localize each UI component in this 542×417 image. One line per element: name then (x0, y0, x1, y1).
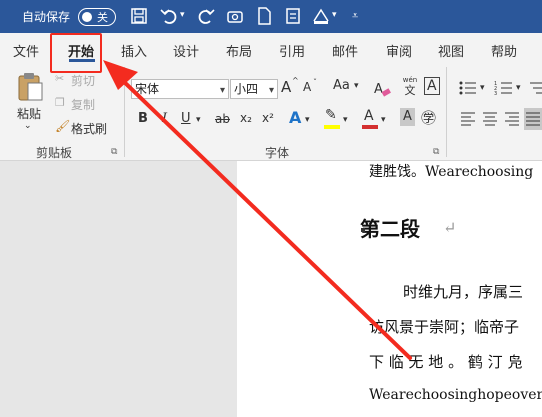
strikethrough-icon[interactable]: ab (215, 112, 230, 126)
heading-bullet (361, 228, 365, 232)
clear-formatting-icon[interactable]: A (372, 79, 392, 99)
bullets-dropdown-icon[interactable]: ▾ (480, 83, 485, 93)
font-color-dropdown-icon[interactable]: ▾ (381, 115, 386, 125)
group-separator (124, 67, 125, 157)
font-size-combo[interactable]: 小四 ▾ (230, 79, 278, 99)
annotation-highlight-box (50, 33, 102, 73)
tab-review[interactable]: 审阅 (386, 41, 412, 60)
bold-icon[interactable]: B (138, 111, 148, 126)
copy-icon: ❐ (55, 96, 65, 109)
group-separator (446, 67, 447, 157)
chevron-down-icon: ▾ (219, 85, 225, 96)
redo-icon[interactable] (196, 6, 216, 26)
shrink-caret-icon: ˇ (313, 78, 317, 87)
justify-button[interactable] (524, 108, 542, 130)
font-color-swatch (362, 125, 378, 129)
format-icon[interactable] (311, 6, 331, 26)
tab-design[interactable]: 设计 (173, 41, 199, 60)
italic-icon[interactable]: I (162, 111, 167, 126)
save-icon[interactable] (129, 6, 149, 26)
char-border-icon[interactable]: A (424, 77, 440, 95)
font-color-icon[interactable]: A (364, 108, 374, 124)
phonetic-guide-icon[interactable]: wén 文 (399, 76, 421, 98)
change-case-dropdown-icon[interactable]: ▾ (354, 81, 359, 91)
tab-mailings[interactable]: 邮件 (332, 41, 358, 60)
numbering-icon[interactable]: 123 (494, 79, 514, 97)
undo-dropdown-icon[interactable]: ▾ (180, 10, 185, 20)
grow-caret-icon: ^ (292, 76, 299, 85)
font-launcher-icon[interactable]: ⧉ (433, 147, 439, 157)
document-page[interactable]: 建胜饯。Wearechoosing 第二段 ↵ 时维九月，序属三 访风景于崇阿；… (237, 161, 542, 417)
tab-view[interactable]: 视图 (438, 41, 464, 60)
align-center-icon[interactable] (482, 111, 498, 127)
cut-label[interactable]: 剪切 (71, 72, 95, 89)
clipboard-launcher-icon[interactable]: ⧉ (111, 147, 117, 157)
highlight-icon[interactable]: ✎ (325, 107, 337, 123)
font-size-value: 小四 (234, 82, 259, 96)
print-preview-icon[interactable] (283, 6, 303, 26)
touch-mode-icon[interactable] (225, 6, 245, 26)
doc-line-5: Wearechoosinghopeover (369, 387, 542, 403)
subscript-icon[interactable]: x₂ (240, 111, 252, 125)
tab-insert[interactable]: 插入 (121, 41, 147, 60)
align-left-icon[interactable] (460, 111, 476, 127)
shrink-font-icon[interactable]: A (303, 80, 311, 94)
text-effects-dropdown-icon[interactable]: ▾ (305, 115, 310, 125)
format-dropdown-icon[interactable]: ▾ (332, 10, 337, 20)
paragraph-mark-icon: ↵ (443, 218, 457, 237)
tab-references[interactable]: 引用 (279, 41, 305, 60)
doc-line-3: 访风景于崇阿；临帝子 (369, 318, 520, 336)
font-name-combo[interactable]: 宋体 ▾ (131, 79, 229, 99)
autosave-state: 关 (97, 11, 108, 24)
font-name-value: 宋体 (135, 82, 160, 96)
superscript-icon[interactable]: x² (262, 111, 274, 125)
highlight-color-swatch (324, 125, 340, 129)
doc-line-2: 时维九月，序属三 (403, 283, 524, 301)
svg-text:3: 3 (494, 91, 497, 97)
new-document-icon[interactable] (254, 6, 274, 26)
cut-icon: ✂ (55, 72, 65, 85)
multilevel-list-icon[interactable] (528, 79, 542, 97)
tab-layout[interactable]: 布局 (226, 41, 252, 60)
change-case-icon[interactable]: Aa (333, 78, 350, 93)
paste-label[interactable]: 粘贴 (17, 105, 41, 122)
copy-label[interactable]: 复制 (71, 96, 95, 113)
svg-text:A: A (374, 82, 383, 97)
autosave-label: 自动保存 (22, 10, 71, 24)
font-group-label: 字体 (265, 146, 290, 160)
doc-line-4: 下 临 无 地 。 鹤 汀 凫 (369, 353, 523, 371)
enclose-chars-icon[interactable]: ㊫ (421, 107, 436, 128)
tab-file[interactable]: 文件 (13, 41, 39, 60)
char-shading-icon[interactable]: A (400, 108, 415, 126)
customize-toolbar-icon[interactable]: ⩡ (352, 9, 358, 23)
paste-dropdown-icon[interactable]: ⌄ (24, 121, 32, 131)
numbering-dropdown-icon[interactable]: ▾ (516, 83, 521, 93)
format-painter-icon: 🖌 (55, 119, 71, 133)
doc-line-1: 建胜饯。Wearechoosing (369, 164, 534, 180)
justify-icon (526, 112, 540, 126)
tab-help[interactable]: 帮助 (491, 41, 517, 60)
autosave-toggle[interactable]: 关 (78, 8, 116, 26)
highlight-dropdown-icon[interactable]: ▾ (343, 115, 348, 125)
underline-icon[interactable]: U (181, 111, 191, 126)
undo-icon[interactable] (159, 6, 179, 26)
text-effects-icon[interactable]: A (289, 108, 301, 127)
align-right-icon[interactable] (504, 111, 520, 127)
grow-font-icon[interactable]: A (281, 78, 291, 96)
phonetic-bottom: 文 (404, 84, 416, 97)
toggle-knob (82, 12, 92, 22)
format-painter-label[interactable]: 格式刷 (71, 120, 107, 137)
paste-icon[interactable] (14, 71, 46, 103)
bullets-icon[interactable] (458, 79, 478, 97)
clipboard-group-label: 剪贴板 (36, 146, 73, 160)
underline-dropdown-icon[interactable]: ▾ (196, 115, 201, 125)
title-bar: 自动保存 关 ▾ ▾ ⩡ (0, 0, 542, 33)
doc-heading: 第二段 (360, 217, 420, 241)
ribbon: 粘贴 ⌄ ✂ 剪切 ❐ 复制 🖌 格式刷 剪贴板 ⧉ 宋体 ▾ 小四 ▾ A ^… (0, 63, 542, 161)
chevron-down-icon: ▾ (268, 85, 274, 96)
